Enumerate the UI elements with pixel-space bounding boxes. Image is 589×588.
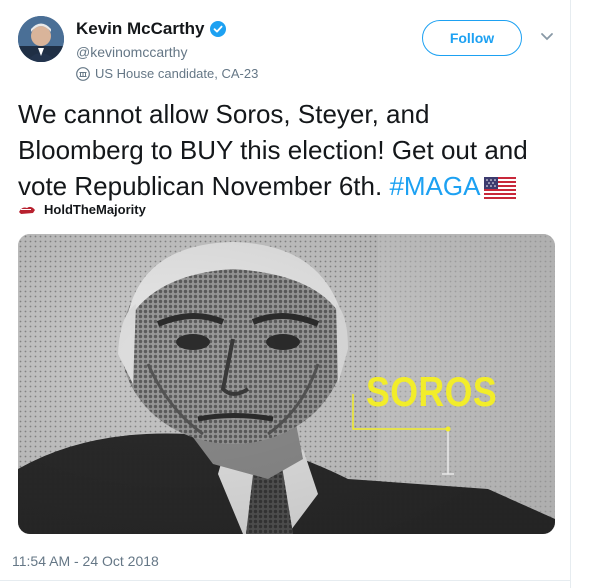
hashtag-link[interactable]: #MAGA [389,171,480,201]
sender-name[interactable]: HoldTheMajority [44,202,146,217]
us-flag-icon [484,177,517,199]
tweet-text: We cannot allow Soros, Steyer, and Bloom… [18,96,553,204]
holdthemajority-logo-icon [19,206,35,214]
author-name-row: Kevin McCarthy [76,19,227,39]
divider [0,580,570,581]
follow-button[interactable]: Follow [422,20,522,56]
verified-icon [210,21,227,37]
author-name[interactable]: Kevin McCarthy [76,19,204,39]
tweet-timestamp[interactable]: 11:54 AM - 24 Oct 2018 [12,553,159,569]
author-handle[interactable]: @kevinomccarthy [76,44,187,60]
candidate-label: US House candidate, CA-23 [76,66,258,81]
sender-row: HoldTheMajority [18,202,146,217]
candidate-label-text: US House candidate, CA-23 [95,66,259,81]
media-soros-label: SOROS [366,368,498,415]
tweet-card: Kevin McCarthy @kevinomccarthy US House … [0,0,571,588]
chevron-down-icon[interactable] [540,32,554,42]
government-label-icon [76,66,90,81]
avatar[interactable] [18,16,64,62]
